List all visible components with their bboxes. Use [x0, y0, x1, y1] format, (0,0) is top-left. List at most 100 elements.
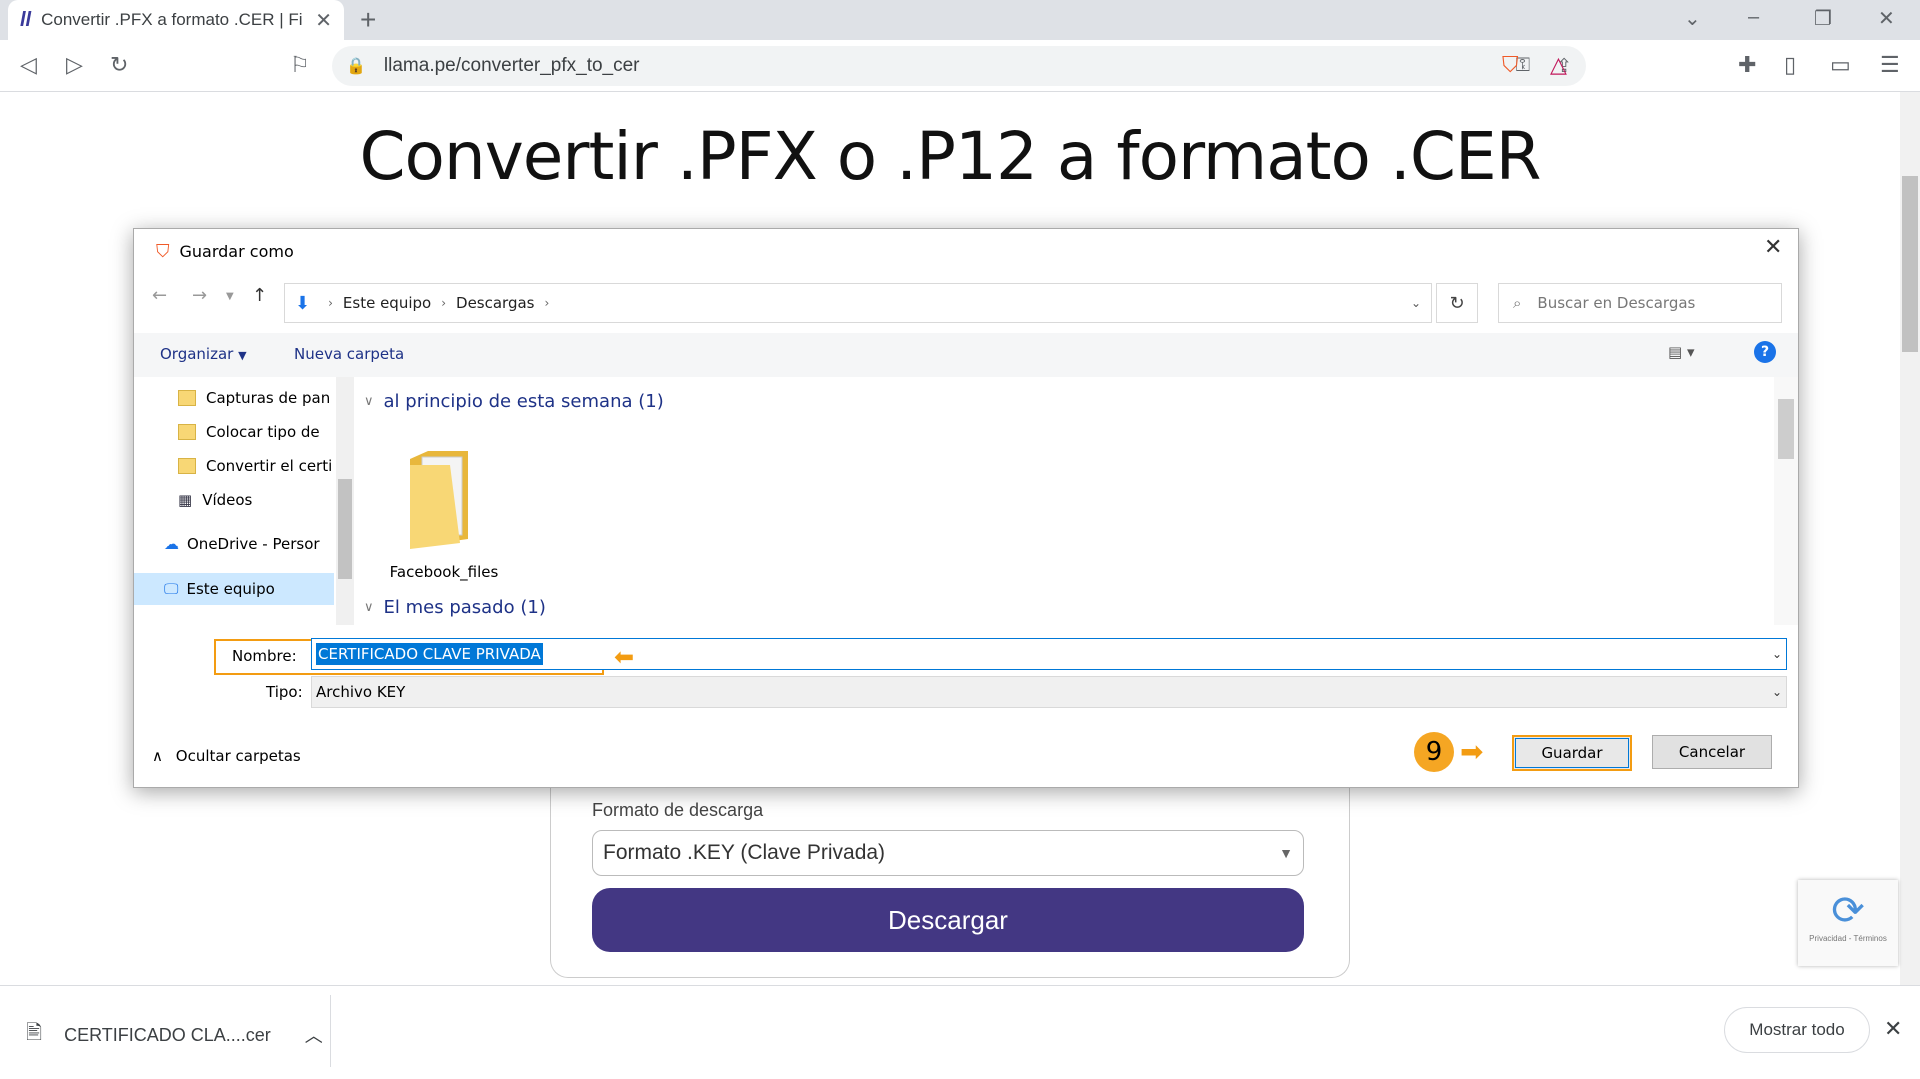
dialog-search-input[interactable]: ⌕ Buscar en Descargas — [1498, 283, 1782, 323]
download-item[interactable]: 🖹 CERTIFICADO CLA....cer ︿ — [26, 1018, 323, 1052]
folder-icon[interactable] — [408, 439, 468, 549]
computer-icon: 🖵 — [164, 580, 179, 598]
chevron-up-icon: ∧ — [152, 747, 163, 765]
breadcrumb-este-equipo[interactable]: Este equipo — [343, 294, 431, 312]
menu-icon[interactable]: ☰ — [1880, 52, 1900, 78]
nav-item-colocar[interactable]: Colocar tipo de — [178, 423, 350, 441]
close-download-bar-icon[interactable]: ✕ — [1884, 1016, 1902, 1042]
format-label: Formato de descarga — [592, 800, 764, 820]
file-name-input[interactable]: CERTIFICADO CLAVE PRIVADA ⌄ — [311, 638, 1787, 670]
group-this-week[interactable]: ∨ al principio de esta semana (1) — [364, 391, 664, 412]
hide-folders-label: Ocultar carpetas — [175, 747, 301, 765]
forward-icon[interactable]: ▷ — [66, 52, 83, 78]
address-bar[interactable]: 🔒 llama.pe/converter_pfx_to_cer ⚿ ⇪ — [332, 46, 1586, 86]
nav-item-este-equipo[interactable]: 🖵 Este equipo — [134, 573, 334, 605]
show-all-button[interactable]: Mostrar todo — [1724, 1007, 1870, 1053]
download-button[interactable]: Descargar — [592, 888, 1304, 952]
videos-icon: ▦ — [178, 491, 193, 509]
search-icon: ⌕ — [1513, 294, 1522, 312]
organize-label: Organizar — [160, 345, 234, 363]
page-scrollbar-thumb[interactable] — [1902, 176, 1918, 352]
recaptcha-text: Privacidad - Términos — [1809, 934, 1887, 943]
recaptcha-badge[interactable]: ⟳ Privacidad - Términos — [1798, 880, 1898, 966]
chevron-up-icon[interactable]: ︿ — [305, 1022, 323, 1048]
nav-item-label: Colocar tipo de — [206, 423, 320, 441]
brave-shield-icon[interactable]: ⛉ — [1502, 52, 1519, 78]
file-type-select[interactable]: Archivo KEY ⌄ — [311, 676, 1787, 708]
onedrive-icon: ☁ — [164, 535, 179, 553]
downloads-arrow-icon: ⬇ — [295, 292, 311, 314]
up-folder-icon[interactable]: ↑ — [252, 285, 267, 306]
page-title: Convertir .PFX o .P12 a formato .CER — [359, 118, 1541, 195]
minimize-icon[interactable]: – — [1748, 6, 1759, 29]
close-window-icon[interactable]: ✕ — [1878, 6, 1895, 31]
breadcrumb-descargas[interactable]: Descargas — [456, 294, 534, 312]
dialog-back-icon[interactable]: ← — [152, 285, 167, 306]
browser-tab[interactable]: ll Convertir .PFX a formato .CER | Fi ✕ — [8, 0, 344, 40]
search-placeholder: Buscar en Descargas — [1537, 294, 1696, 312]
certificate-file-icon: 🖹 — [26, 1022, 43, 1044]
annotation-arrow-left-icon: ⬅ — [614, 643, 635, 671]
navigation-pane: Capturas de pan Colocar tipo de Converti… — [134, 377, 354, 625]
file-type-value: Archivo KEY — [316, 683, 406, 701]
type-label: Tipo: — [266, 683, 303, 701]
address-dropdown-icon[interactable]: ⌄ — [1411, 296, 1421, 310]
lock-icon: 🔒 — [346, 58, 366, 75]
nav-item-label: OneDrive - Persor — [187, 535, 320, 553]
dialog-close-icon[interactable]: ✕ — [1764, 235, 1782, 260]
tab-search-icon[interactable]: ⌄ — [1684, 6, 1701, 31]
group-last-month[interactable]: ∨ El mes pasado (1) — [364, 597, 546, 618]
nav-item-onedrive[interactable]: ☁ OneDrive - Persor — [164, 535, 336, 553]
tab-strip: ll Convertir .PFX a formato .CER | Fi ✕ … — [0, 0, 1920, 40]
dialog-title: Guardar como — [179, 242, 294, 261]
dialog-forward-icon[interactable]: → — [192, 285, 207, 306]
nav-item-label: Este equipo — [186, 580, 275, 598]
folder-icon — [178, 424, 196, 440]
restore-icon[interactable]: ❐ — [1814, 6, 1832, 31]
dialog-address-bar[interactable]: ⬇ › Este equipo › Descargas › ⌄ — [284, 283, 1432, 323]
extensions-icon[interactable]: ✚ — [1738, 52, 1756, 78]
navigation-scrollbar-thumb[interactable] — [338, 479, 352, 579]
organize-menu[interactable]: Organizar ▼ — [160, 345, 247, 363]
tab-title: Convertir .PFX a formato .CER | Fi — [41, 10, 303, 29]
hide-folders-button[interactable]: ∧ Ocultar carpetas — [152, 747, 301, 765]
recent-locations-icon[interactable]: ▼ — [226, 291, 234, 302]
site-favicon-icon: ll — [20, 8, 32, 31]
chevron-down-icon: ∨ — [364, 394, 374, 409]
dialog-refresh-button[interactable]: ↻ — [1436, 283, 1478, 323]
folder-name[interactable]: Facebook_files — [384, 563, 504, 581]
reload-icon[interactable]: ↻ — [110, 52, 128, 78]
browser-toolbar: ◁ ▷ ↻ ⚐ 🔒 llama.pe/converter_pfx_to_cer … — [0, 40, 1920, 92]
back-icon[interactable]: ◁ — [20, 52, 37, 78]
cancel-button[interactable]: Cancelar — [1652, 735, 1772, 769]
save-button[interactable]: Guardar — [1512, 735, 1632, 771]
dialog-titlebar: ⛉ Guardar como — [156, 241, 294, 262]
chevron-down-icon[interactable]: ⌄ — [1772, 647, 1782, 661]
recaptcha-icon: ⟳ — [1831, 889, 1865, 933]
nav-item-capturas[interactable]: Capturas de pan — [178, 389, 350, 407]
file-list-scrollbar-thumb[interactable] — [1778, 399, 1794, 459]
group-label: El mes pasado (1) — [383, 597, 546, 618]
annotation-arrow-right-icon: ➡ — [1460, 735, 1484, 768]
close-tab-icon[interactable]: ✕ — [315, 8, 332, 33]
nav-item-label: Vídeos — [202, 491, 253, 509]
folder-icon — [178, 458, 196, 474]
dropdown-arrow-icon: ▼ — [1279, 845, 1293, 861]
nav-item-videos[interactable]: ▦ Vídeos — [178, 491, 350, 509]
wallet-icon[interactable]: ▭ — [1830, 52, 1851, 78]
breadcrumb-separator-icon: › — [544, 296, 550, 310]
brave-rewards-icon[interactable]: △ — [1550, 52, 1567, 78]
new-tab-icon[interactable]: + — [360, 4, 376, 36]
bookmark-icon[interactable]: ⚐ — [290, 52, 310, 78]
nav-item-label: Convertir el certi — [206, 457, 333, 475]
help-icon[interactable]: ? — [1754, 341, 1776, 363]
nav-item-label: Capturas de pan — [206, 389, 331, 407]
file-name-value: CERTIFICADO CLAVE PRIVADA — [316, 643, 543, 665]
folder-icon — [178, 390, 196, 406]
download-file-name: CERTIFICADO CLA....cer — [64, 1024, 271, 1045]
sidebar-icon[interactable]: ▯ — [1784, 52, 1796, 78]
view-options-icon[interactable]: ▤ ▾ — [1668, 343, 1694, 361]
format-select[interactable]: Formato .KEY (Clave Privada) ▼ — [592, 830, 1304, 876]
new-folder-button[interactable]: Nueva carpeta — [294, 345, 404, 363]
nav-item-convertir[interactable]: Convertir el certi — [178, 457, 350, 475]
